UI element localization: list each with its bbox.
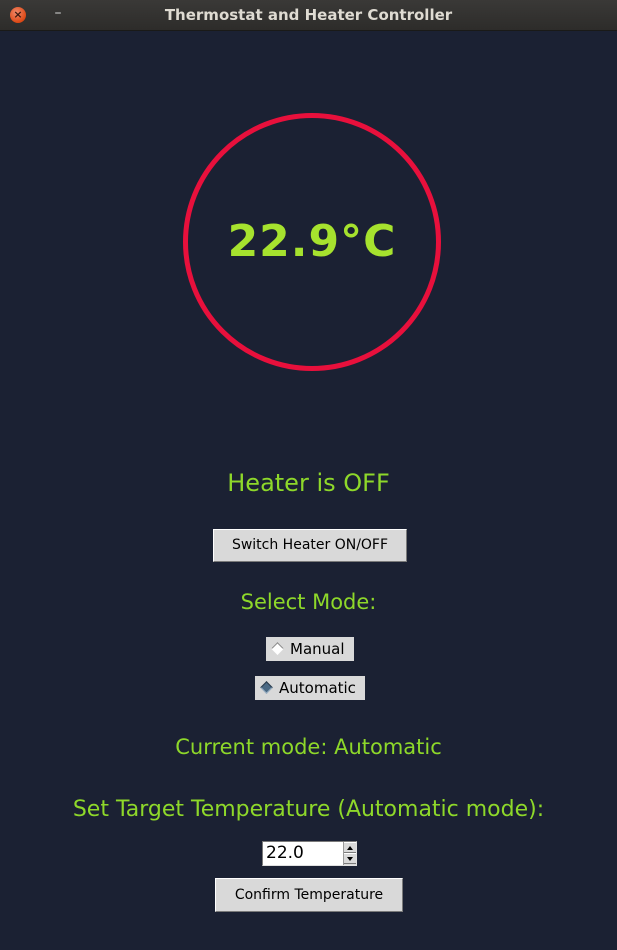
spinbox-arrows	[343, 842, 356, 865]
mode-radio-manual[interactable]: Manual	[266, 637, 354, 661]
window-title: Thermostat and Heater Controller	[164, 6, 453, 24]
title-bar: Thermostat and Heater Controller × –	[0, 0, 617, 31]
radio-indicator-unchecked-icon	[271, 642, 284, 655]
spin-down-button[interactable]	[344, 853, 356, 864]
target-temperature-value[interactable]: 22.0	[266, 842, 304, 865]
arrow-down-icon	[347, 857, 353, 861]
current-mode-label: Current mode: Automatic	[175, 735, 442, 759]
mode-radio-automatic[interactable]: Automatic	[255, 676, 365, 700]
select-mode-heading: Select Mode:	[240, 590, 377, 614]
arrow-up-icon	[347, 846, 353, 850]
target-temperature-spinbox[interactable]: 22.0	[262, 841, 357, 866]
heater-status-label: Heater is OFF	[227, 469, 390, 497]
app-window: Thermostat and Heater Controller × – 22.…	[0, 0, 617, 950]
confirm-temperature-button[interactable]: Confirm Temperature	[215, 878, 403, 912]
target-temperature-label: Set Target Temperature (Automatic mode):	[72, 797, 545, 822]
radio-indicator-checked-icon	[260, 681, 273, 694]
close-icon[interactable]: ×	[10, 7, 26, 23]
minimize-icon[interactable]: –	[50, 5, 66, 21]
temperature-readout: 22.9°C	[227, 216, 397, 267]
mode-radio-label: Manual	[290, 640, 345, 658]
mode-radio-label: Automatic	[279, 679, 356, 697]
switch-heater-button[interactable]: Switch Heater ON/OFF	[213, 529, 407, 562]
spin-up-button[interactable]	[344, 842, 356, 853]
